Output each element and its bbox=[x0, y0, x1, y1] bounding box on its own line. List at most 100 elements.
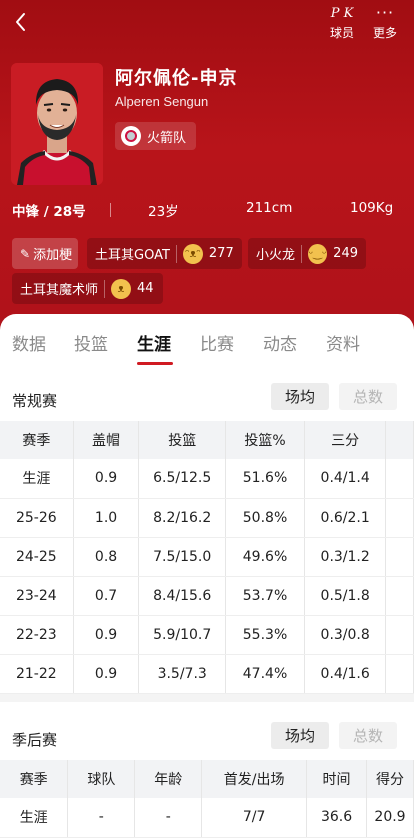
playoffs-per-game-toggle[interactable]: 场均 bbox=[271, 722, 329, 749]
table-cell: 1.0 bbox=[73, 498, 140, 538]
position-number: 中锋 / 28号 bbox=[12, 204, 86, 220]
tab-career[interactable]: 生涯 bbox=[137, 330, 171, 355]
column-header: 首发/出场 bbox=[201, 760, 308, 798]
column-header: 盖帽 bbox=[73, 421, 140, 459]
player-name-cn: 阿尔佩伦-申京 bbox=[115, 68, 238, 89]
table-header-row: 赛季 盖帽 投篮 投篮% 三分 bbox=[0, 421, 414, 459]
table-cell: 3.5/7.3 bbox=[138, 654, 226, 694]
column-header: 投篮% bbox=[225, 421, 306, 459]
team-chip[interactable]: 火箭队 bbox=[115, 122, 197, 150]
active-tab-indicator bbox=[137, 362, 173, 365]
table-cell: 0.3/0.8 bbox=[304, 615, 387, 655]
column-header: 三分 bbox=[304, 421, 387, 459]
table-row[interactable]: 24-25 0.8 7.5/15.0 49.6% 0.3/1.2 bbox=[0, 537, 414, 577]
table-cell: 0.6/2.1 bbox=[304, 498, 387, 538]
per-game-toggle[interactable]: 场均 bbox=[271, 383, 329, 410]
column-header: 得分 bbox=[366, 760, 414, 798]
back-button[interactable] bbox=[10, 10, 32, 34]
table-row[interactable]: 23-24 0.7 8.4/15.6 53.7% 0.5/1.8 bbox=[0, 576, 414, 616]
table-row[interactable]: 21-22 0.9 3.5/7.3 47.4% 0.4/1.6 bbox=[0, 654, 414, 694]
table-cell-overflow bbox=[385, 576, 414, 616]
table-cell: 55.3% bbox=[225, 615, 306, 655]
height: 211cm bbox=[246, 200, 293, 216]
pk-button[interactable]: P K 球员 bbox=[325, 4, 359, 41]
add-meme-label: 添加梗 bbox=[33, 248, 73, 263]
totals-toggle[interactable]: 总数 bbox=[339, 383, 397, 410]
tab-data[interactable]: 数据 bbox=[12, 330, 46, 355]
column-header: 时间 bbox=[306, 760, 367, 798]
divider bbox=[110, 203, 111, 217]
playoffs-table: 赛季 球队 年龄 首发/出场 时间 得分 生涯 - -7/7 36.6 20.9 bbox=[0, 760, 414, 838]
column-header: 赛季 bbox=[0, 760, 69, 798]
table-cell-overflow bbox=[385, 615, 414, 655]
column-header: 投篮 bbox=[138, 421, 226, 459]
grin-face-icon: ᵕ‿ᵕ bbox=[307, 243, 328, 264]
table-cell: 53.7% bbox=[225, 576, 306, 616]
pencil-icon: ✎ bbox=[20, 246, 31, 261]
table-cell: 20.9 bbox=[366, 798, 414, 838]
table-cell: 生涯 bbox=[0, 798, 69, 838]
table-cell: 6.5/12.5 bbox=[138, 459, 226, 499]
meme-tag[interactable]: 小火龙 ᵕ‿ᵕ 249 bbox=[248, 238, 366, 269]
more-button[interactable]: ··· 更多 bbox=[368, 4, 402, 41]
meme-tag[interactable]: 土耳其GOAT ᵔᴥᵔ 277 bbox=[87, 238, 242, 269]
team-name: 火箭队 bbox=[147, 130, 187, 146]
add-meme-button[interactable]: ✎ 添加梗 bbox=[12, 238, 78, 269]
table-cell: 0.4/1.6 bbox=[304, 654, 387, 694]
more-icon: ··· bbox=[375, 3, 395, 22]
tab-profile[interactable]: 资料 bbox=[326, 330, 360, 355]
meme-tag[interactable]: 土耳其魔术师 ᴥ 44 bbox=[12, 273, 163, 304]
pk-label: 球员 bbox=[329, 26, 354, 40]
table-cell: 50.8% bbox=[225, 498, 306, 538]
playoffs-title: 季后赛 bbox=[12, 731, 58, 749]
section-divider bbox=[0, 694, 414, 702]
table-cell: 8.4/15.6 bbox=[138, 576, 226, 616]
weight: 109Kg bbox=[350, 200, 394, 216]
table-cell: 51.6% bbox=[225, 459, 306, 499]
table-cell: 0.7 bbox=[73, 576, 140, 616]
table-cell: 47.4% bbox=[225, 654, 306, 694]
table-cell: 21-22 bbox=[0, 654, 74, 694]
table-cell: 0.4/1.4 bbox=[304, 459, 387, 499]
team-logo-icon bbox=[121, 126, 141, 146]
stats-card: 数据 投篮 生涯 比赛 动态 资料 常规赛 场均 总数 赛季 盖帽 投篮 投篮%… bbox=[0, 314, 414, 839]
table-cell-overflow bbox=[385, 498, 414, 538]
tab-shooting[interactable]: 投篮 bbox=[74, 330, 108, 355]
table-cell: 36.6 bbox=[306, 798, 367, 838]
table-cell: 0.9 bbox=[73, 654, 140, 694]
tab-games[interactable]: 比赛 bbox=[200, 330, 234, 355]
table-cell: 0.9 bbox=[73, 459, 140, 499]
table-row[interactable]: 生涯 0.9 6.5/12.5 51.6% 0.4/1.4 bbox=[0, 459, 414, 499]
column-header: 球队 bbox=[67, 760, 136, 798]
table-cell: 5.9/10.7 bbox=[138, 615, 226, 655]
table-cell: 25-26 bbox=[0, 498, 74, 538]
column-header: 年龄 bbox=[134, 760, 203, 798]
playoffs-totals-toggle[interactable]: 总数 bbox=[339, 722, 397, 749]
meme-tag-count: 249 bbox=[333, 246, 358, 261]
table-row[interactable]: 22-23 0.9 5.9/10.7 55.3% 0.3/0.8 bbox=[0, 615, 414, 655]
table-cell: 24-25 bbox=[0, 537, 74, 577]
table-cell: 22-23 bbox=[0, 615, 74, 655]
regular-season-table: 赛季 盖帽 投篮 投篮% 三分 生涯 0.9 6.5/12.5 51.6% 0.4/1.… bbox=[0, 421, 414, 694]
regular-season-title: 常规赛 bbox=[12, 392, 58, 410]
table-row[interactable]: 25-26 1.0 8.2/16.2 50.8% 0.6/2.1 bbox=[0, 498, 414, 538]
table-cell: 23-24 bbox=[0, 576, 74, 616]
laughing-face-icon: ᵔᴥᵔ bbox=[182, 243, 203, 264]
table-cell-overflow bbox=[385, 537, 414, 577]
player-header: P K 球员 ··· 更多 阿尔佩伦-申京 Alperen Sengun 火箭队… bbox=[0, 0, 414, 330]
chevron-left-icon bbox=[16, 13, 25, 31]
column-header-overflow bbox=[385, 421, 414, 459]
table-cell: 0.9 bbox=[73, 615, 140, 655]
meme-tag-label: 小火龙 bbox=[256, 248, 296, 263]
age: 23岁 bbox=[148, 204, 179, 220]
table-cell: 7/7 bbox=[201, 798, 308, 838]
table-row[interactable]: 生涯 - -7/7 36.6 20.9 bbox=[0, 798, 414, 838]
table-cell: 8.2/16.2 bbox=[138, 498, 226, 538]
table-cell: - bbox=[134, 798, 203, 838]
table-cell: 0.5/1.8 bbox=[304, 576, 387, 616]
meme-tag-count: 277 bbox=[208, 246, 234, 261]
tab-news[interactable]: 动态 bbox=[263, 330, 297, 355]
table-cell: 生涯 bbox=[0, 459, 74, 499]
pk-icon: P K bbox=[330, 6, 354, 21]
table-cell: 7.5/15.0 bbox=[138, 537, 226, 577]
